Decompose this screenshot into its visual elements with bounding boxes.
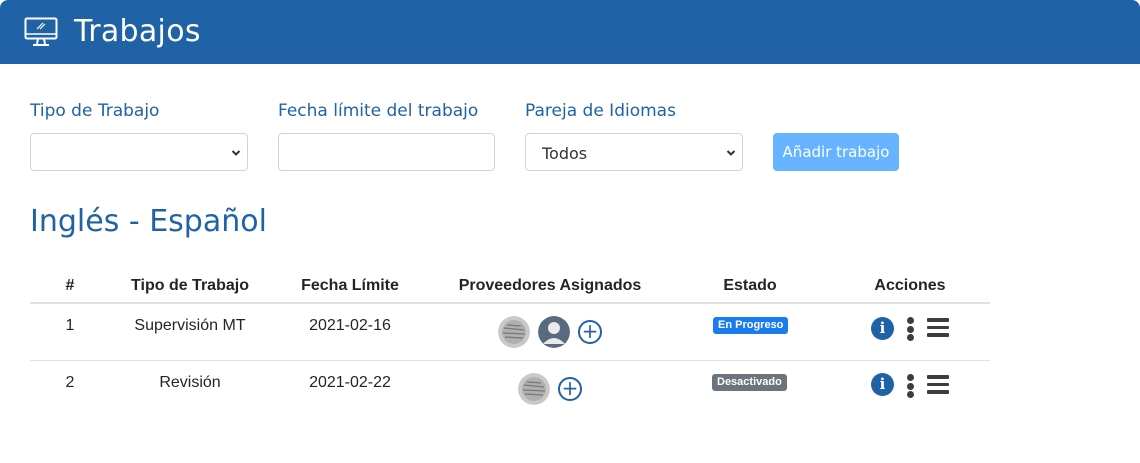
row-number: 1 xyxy=(65,317,75,334)
deadline-input[interactable] xyxy=(278,133,495,171)
language-pair-label: Pareja de Idiomas xyxy=(525,101,676,121)
provider-avatar[interactable] xyxy=(498,316,530,348)
add-provider-icon[interactable]: + xyxy=(558,377,582,401)
add-provider-icon[interactable]: + xyxy=(578,320,602,344)
row-deadline: 2021-02-22 xyxy=(309,374,391,391)
row-job-type: Revisión xyxy=(159,374,221,391)
page-title: Trabajos xyxy=(74,14,201,49)
chevron-down-icon xyxy=(231,150,241,156)
col-header-actions: Acciones xyxy=(874,277,946,294)
monitor-icon xyxy=(24,17,58,46)
row-job-type: Supervisión MT xyxy=(134,317,246,334)
row-number: 2 xyxy=(65,374,75,391)
menu-icon[interactable] xyxy=(927,375,949,395)
more-options-icon[interactable] xyxy=(907,374,915,398)
row-divider xyxy=(30,360,990,361)
col-header-deadline: Fecha Límite xyxy=(301,277,399,294)
header-bar: Trabajos xyxy=(0,0,1140,64)
chevron-down-icon xyxy=(726,150,736,156)
info-icon[interactable]: i xyxy=(871,317,894,340)
col-header-status: Estado xyxy=(723,277,777,294)
row-deadline: 2021-02-16 xyxy=(309,317,391,334)
status-badge: Desactivado xyxy=(712,374,787,391)
status-badge: En Progreso xyxy=(713,317,789,334)
more-options-icon[interactable] xyxy=(907,317,915,341)
deadline-label: Fecha límite del trabajo xyxy=(278,101,479,121)
language-pair-select[interactable]: Todos xyxy=(525,133,743,171)
col-header-number: # xyxy=(65,277,75,294)
section-title: Inglés - Español xyxy=(30,204,267,239)
info-icon[interactable]: i xyxy=(871,373,894,396)
provider-avatar[interactable] xyxy=(518,373,550,405)
col-header-providers: Proveedores Asignados xyxy=(458,277,642,294)
jobs-card: Trabajos Tipo de Trabajo Fecha límite de… xyxy=(0,0,1140,463)
menu-icon[interactable] xyxy=(927,318,949,338)
add-job-button[interactable]: Añadir trabajo xyxy=(773,133,899,171)
col-header-job-type: Tipo de Trabajo xyxy=(131,277,249,294)
provider-avatar[interactable] xyxy=(538,316,570,348)
job-type-select[interactable] xyxy=(30,133,248,171)
language-pair-value: Todos xyxy=(542,144,588,163)
job-type-label: Tipo de Trabajo xyxy=(30,101,160,121)
table-header-divider xyxy=(30,302,990,304)
